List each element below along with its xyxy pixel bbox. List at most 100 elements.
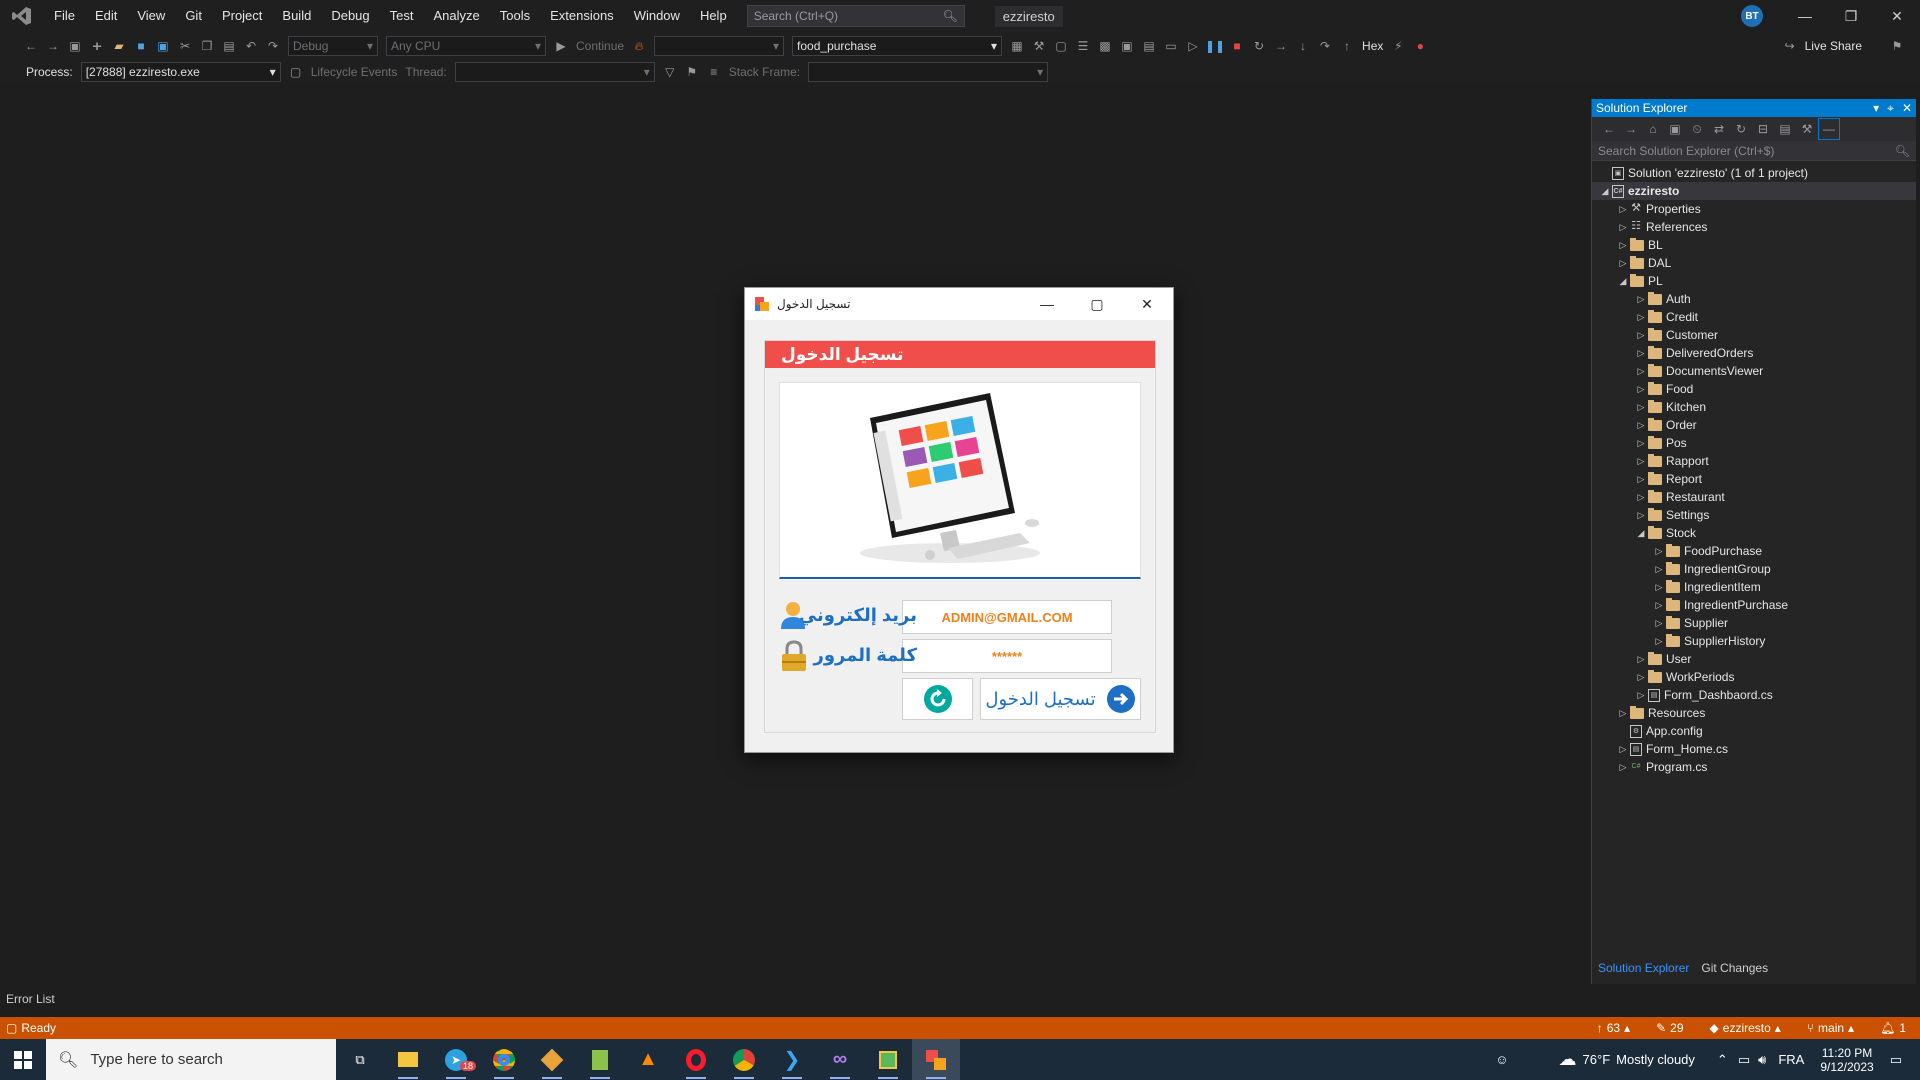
collapsed-arrow-icon[interactable]: ▷ [1634, 348, 1648, 359]
tree-item-resources[interactable]: ▷ Resources [1592, 704, 1916, 722]
minimize-icon[interactable]: — [1782, 0, 1828, 32]
tree-item-program-cs[interactable]: ▷ C# Program.cs [1592, 758, 1916, 776]
push-count[interactable]: ↑ 63 ▴ [1597, 1021, 1630, 1035]
tab-solution-explorer[interactable]: Solution Explorer [1592, 961, 1695, 975]
layout-icon[interactable]: ☰ [1072, 35, 1094, 57]
collapsed-arrow-icon[interactable]: ▷ [1634, 438, 1648, 449]
expanded-arrow-icon[interactable]: ◢ [1598, 186, 1612, 197]
chevron-up-icon[interactable]: ⌃ [1717, 1052, 1728, 1068]
taskbar-opera[interactable] [672, 1039, 720, 1080]
collapsed-arrow-icon[interactable]: ▷ [1616, 240, 1630, 251]
collapsed-arrow-icon[interactable]: ▷ [1652, 636, 1666, 647]
repository-selector[interactable]: ◆ ezziresto ▴ [1710, 1021, 1781, 1035]
lifecycle-events-button[interactable]: Lifecycle Events [311, 65, 398, 79]
password-field[interactable]: ****** [902, 639, 1112, 673]
tree-item-properties[interactable]: ▷ ⚒ Properties [1592, 200, 1916, 218]
collapsed-arrow-icon[interactable]: ▷ [1634, 690, 1648, 701]
tree-item-app-config[interactable]: ⚙ App.config [1592, 722, 1916, 740]
hot-reload-icon[interactable]: 🔥︎ [628, 35, 650, 57]
taskbar-search-box[interactable]: 🔍︎ Type here to search [46, 1039, 336, 1080]
window-icon[interactable]: ▢ [1050, 35, 1072, 57]
taskbar-vscode[interactable]: ❯ [768, 1039, 816, 1080]
tree-item-order[interactable]: ▷ Order [1592, 416, 1916, 434]
redo-icon[interactable]: ↷ [262, 35, 284, 57]
new-project-icon[interactable]: ▣ [64, 35, 86, 57]
taskbar-chrome[interactable] [480, 1039, 528, 1080]
taskbar-git[interactable] [528, 1039, 576, 1080]
collapsed-arrow-icon[interactable]: ▷ [1616, 222, 1630, 233]
terminal-icon[interactable]: ▭ [1160, 35, 1182, 57]
frame-icon[interactable]: ▣ [1116, 35, 1138, 57]
notification-center-icon[interactable]: ▭ [1890, 1052, 1902, 1068]
collapsed-arrow-icon[interactable]: ▷ [1616, 744, 1630, 755]
collapsed-arrow-icon[interactable]: ▷ [1634, 474, 1648, 485]
collapsed-arrow-icon[interactable]: ▷ [1652, 618, 1666, 629]
tree-item-dal[interactable]: ▷ DAL [1592, 254, 1916, 272]
exception-icon[interactable]: ⚡ [1387, 35, 1409, 57]
taskbar-vlc[interactable]: ▲ [624, 1039, 672, 1080]
tree-item-form-home-cs[interactable]: ▷ ▤ Form_Home.cs [1592, 740, 1916, 758]
collapsed-arrow-icon[interactable]: ▷ [1634, 294, 1648, 305]
taskbar-telegram[interactable]: ➤ 18 [432, 1039, 480, 1080]
tree-item-form-dashbaord-cs[interactable]: ▷ ▤ Form_Dashbaord.cs [1592, 686, 1916, 704]
collapsed-arrow-icon[interactable]: ▷ [1634, 384, 1648, 395]
debug-target-dropdown[interactable]: ▾ [654, 36, 785, 56]
thread-dropdown[interactable]: ▾ [454, 62, 655, 82]
branch-selector[interactable]: ⑂ main ▴ [1807, 1021, 1854, 1035]
restart-icon[interactable]: ↻ [1248, 35, 1270, 57]
start-button[interactable] [0, 1039, 46, 1080]
tree-item-settings[interactable]: ▷ Settings [1592, 506, 1916, 524]
stack-icon[interactable]: ≡ [703, 61, 725, 83]
tree-item-credit[interactable]: ▷ Credit [1592, 308, 1916, 326]
tree-item-restaurant[interactable]: ▷ Restaurant [1592, 488, 1916, 506]
collapsed-arrow-icon[interactable]: ▷ [1634, 510, 1648, 521]
weather-description[interactable]: Mostly cloudy [1616, 1052, 1695, 1067]
undo-icon[interactable]: ↶ [240, 35, 262, 57]
feedback-icon[interactable]: ⚑ [1886, 35, 1908, 57]
tree-item-pl[interactable]: ◢ PL [1592, 272, 1916, 290]
collapsed-arrow-icon[interactable]: ▷ [1634, 654, 1648, 665]
maximize-icon[interactable]: ▢ [1073, 288, 1121, 320]
flag-icon[interactable]: ⚑ [681, 61, 703, 83]
step-into-icon[interactable]: ↓ [1292, 35, 1314, 57]
tools-icon[interactable]: ⚒ [1028, 35, 1050, 57]
expanded-arrow-icon[interactable]: ◢ [1616, 276, 1630, 287]
collapsed-arrow-icon[interactable]: ▷ [1634, 330, 1648, 341]
diagnostics-icon[interactable]: ▦ [1006, 35, 1028, 57]
collapsed-arrow-icon[interactable]: ▷ [1652, 546, 1666, 557]
tree-item-report[interactable]: ▷ Report [1592, 470, 1916, 488]
forward-icon[interactable]: → [42, 35, 64, 57]
properties-icon[interactable]: ⚒ [1796, 118, 1818, 140]
preview-icon[interactable]: — [1818, 118, 1840, 140]
minimize-icon[interactable]: — [1023, 288, 1071, 320]
tree-item-ezziresto[interactable]: ◢ C# ezziresto [1592, 182, 1916, 200]
weather-temperature[interactable]: 76°F [1583, 1052, 1611, 1067]
dropdown-icon[interactable]: ▾ [1873, 101, 1879, 116]
pin-icon[interactable]: ⌖ [1887, 101, 1894, 116]
save-all-icon[interactable]: ▣ [152, 35, 174, 57]
menu-analyze[interactable]: Analyze [423, 0, 489, 32]
tree-item-documentsviewer[interactable]: ▷ DocumentsViewer [1592, 362, 1916, 380]
refresh-button[interactable] [902, 678, 973, 720]
tree-item-ingredientpurchase[interactable]: ▷ IngredientPurchase [1592, 596, 1916, 614]
taskbar-ezziresto[interactable] [912, 1039, 960, 1080]
tree-item-ingredientitem[interactable]: ▷ IngredientItem [1592, 578, 1916, 596]
weather-icon[interactable]: ☁ [1559, 1049, 1577, 1070]
step-out-icon[interactable]: ↑ [1336, 35, 1358, 57]
expanded-arrow-icon[interactable]: ◢ [1634, 528, 1648, 539]
tree-item-customer[interactable]: ▷ Customer [1592, 326, 1916, 344]
network-icon[interactable]: ▭ [1738, 1052, 1750, 1068]
pending-changes[interactable]: ✎ 29 [1656, 1021, 1683, 1035]
live-share-icon[interactable]: ↪ [1779, 35, 1801, 57]
menu-test[interactable]: Test [380, 0, 424, 32]
panel-icon[interactable]: ▤ [1138, 35, 1160, 57]
tree-item-pos[interactable]: ▷ Pos [1592, 434, 1916, 452]
tree-item-deliveredorders[interactable]: ▷ DeliveredOrders [1592, 344, 1916, 362]
menu-extensions[interactable]: Extensions [540, 0, 624, 32]
pause-icon[interactable]: ❚❚ [1204, 35, 1226, 57]
collapsed-arrow-icon[interactable]: ▷ [1616, 204, 1630, 215]
menu-help[interactable]: Help [690, 0, 737, 32]
collapsed-arrow-icon[interactable]: ▷ [1634, 420, 1648, 431]
back-icon[interactable]: ← [1598, 118, 1620, 140]
collapsed-arrow-icon[interactable]: ▷ [1652, 564, 1666, 575]
